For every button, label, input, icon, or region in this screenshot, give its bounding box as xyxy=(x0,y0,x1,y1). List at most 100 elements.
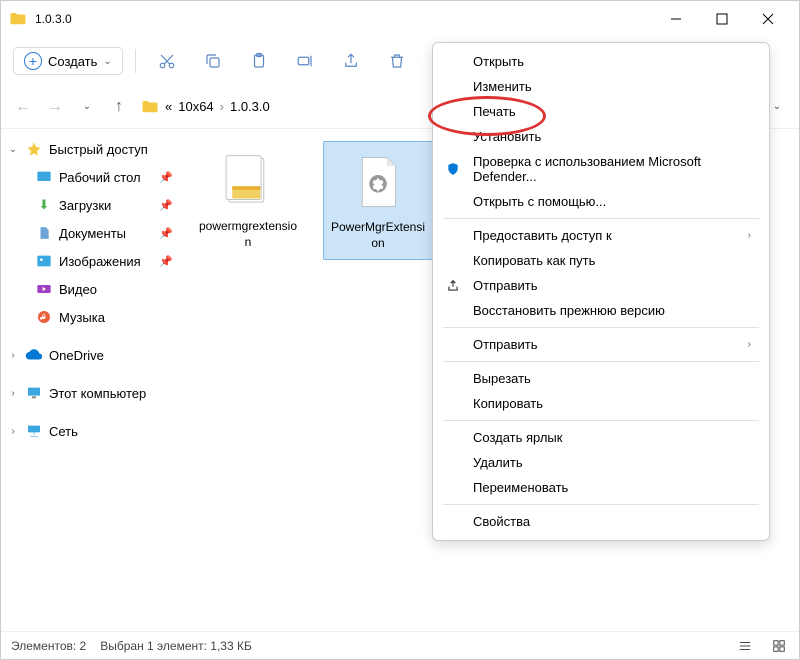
sidebar-label: Сеть xyxy=(49,424,173,439)
sidebar-item-onedrive[interactable]: ›OneDrive xyxy=(1,341,181,369)
menu-separator xyxy=(443,504,759,505)
window-title: 1.0.3.0 xyxy=(35,12,653,26)
pc-icon xyxy=(25,384,43,402)
breadcrumb[interactable]: « 10x64 › 1.0.3.0 xyxy=(141,98,270,116)
back-button[interactable]: ← xyxy=(13,97,33,117)
breadcrumb-seg[interactable]: 10x64 xyxy=(178,99,213,114)
folder-icon xyxy=(141,98,159,116)
create-button[interactable]: + Создать ⌄ xyxy=(13,47,123,75)
share-icon xyxy=(445,278,461,294)
menu-open[interactable]: Открыть xyxy=(433,49,769,74)
pin-icon: 📌 xyxy=(159,255,173,268)
item-count: Элементов: 2 xyxy=(11,639,86,653)
paste-icon[interactable] xyxy=(240,42,278,80)
sidebar: ⌄ Быстрый доступ Рабочий стол 📌 ⬇ Загрузки… xyxy=(1,129,181,631)
menu-sendto[interactable]: Отправить› xyxy=(433,332,769,357)
shield-icon xyxy=(445,161,461,177)
menu-send[interactable]: Отправить xyxy=(433,273,769,298)
maximize-button[interactable] xyxy=(699,1,745,37)
star-icon xyxy=(25,140,43,158)
menu-grantaccess[interactable]: Предоставить доступ к› xyxy=(433,223,769,248)
plus-icon: + xyxy=(24,52,42,70)
close-button[interactable] xyxy=(745,1,791,37)
chevron-down-icon[interactable]: ⌄ xyxy=(77,97,97,117)
chevron-down-icon: ⌄ xyxy=(103,56,111,67)
sidebar-label: Видео xyxy=(59,282,173,297)
cut-icon[interactable] xyxy=(148,42,186,80)
menu-delete[interactable]: Удалить xyxy=(433,450,769,475)
delete-icon[interactable] xyxy=(378,42,416,80)
sidebar-item-music[interactable]: Музыка xyxy=(1,303,181,331)
chevron-right-icon: › xyxy=(748,230,751,241)
menu-separator xyxy=(443,327,759,328)
separator xyxy=(135,49,136,73)
network-icon xyxy=(25,422,43,440)
breadcrumb-seg[interactable]: 1.0.3.0 xyxy=(230,99,270,114)
icons-view-button[interactable] xyxy=(769,636,789,656)
sidebar-item-pictures[interactable]: Изображения 📌 xyxy=(1,247,181,275)
context-menu: Открыть Изменить Печать Установить Прове… xyxy=(432,42,770,541)
chevron-right-icon: › xyxy=(7,388,19,399)
sidebar-item-quickaccess[interactable]: ⌄ Быстрый доступ xyxy=(1,135,181,163)
menu-copy[interactable]: Копировать xyxy=(433,391,769,416)
menu-shortcut[interactable]: Создать ярлык xyxy=(433,425,769,450)
file-name: PowerMgrExtension xyxy=(328,220,428,251)
selection-info: Выбран 1 элемент: 1,33 КБ xyxy=(100,639,252,653)
menu-copypath[interactable]: Копировать как путь xyxy=(433,248,769,273)
forward-button[interactable]: → xyxy=(45,97,65,117)
copy-icon[interactable] xyxy=(194,42,232,80)
sidebar-label: Загрузки xyxy=(59,198,153,213)
sidebar-label: Изображения xyxy=(59,254,153,269)
statusbar: Элементов: 2 Выбран 1 элемент: 1,33 КБ xyxy=(1,631,799,659)
sidebar-item-downloads[interactable]: ⬇ Загрузки 📌 xyxy=(1,191,181,219)
menu-separator xyxy=(443,361,759,362)
menu-rename[interactable]: Переименовать xyxy=(433,475,769,500)
menu-edit[interactable]: Изменить xyxy=(433,74,769,99)
titlebar: 1.0.3.0 xyxy=(1,1,799,37)
sidebar-label: Этот компьютер xyxy=(49,386,173,401)
desktop-icon xyxy=(35,168,53,186)
sidebar-item-documents[interactable]: Документы📌 xyxy=(1,219,181,247)
chevron-down-icon: ⌄ xyxy=(7,144,19,155)
file-item[interactable]: powermgrextension xyxy=(193,141,303,258)
menu-openwith[interactable]: Открыть с помощью... xyxy=(433,189,769,214)
cloud-icon xyxy=(25,346,43,364)
sidebar-item-video[interactable]: Видео xyxy=(1,275,181,303)
menu-separator xyxy=(443,420,759,421)
share-icon[interactable] xyxy=(332,42,370,80)
pin-icon: 📌 xyxy=(159,171,173,184)
chevron-right-icon: › xyxy=(7,426,19,437)
menu-separator xyxy=(443,218,759,219)
sidebar-label: Рабочий стол xyxy=(59,170,153,185)
minimize-button[interactable] xyxy=(653,1,699,37)
chevron-down-icon[interactable]: ⌄ xyxy=(767,97,787,117)
create-label: Создать xyxy=(48,54,97,69)
chevron-right-icon: › xyxy=(220,99,224,114)
document-icon xyxy=(35,224,53,242)
pin-icon: 📌 xyxy=(159,199,173,212)
details-view-button[interactable] xyxy=(735,636,755,656)
sidebar-label: Быстрый доступ xyxy=(49,142,173,157)
sidebar-item-desktop[interactable]: Рабочий стол 📌 xyxy=(1,163,181,191)
menu-cut[interactable]: Вырезать xyxy=(433,366,769,391)
up-button[interactable]: ↑ xyxy=(109,97,129,117)
chevron-right-icon: › xyxy=(7,350,19,361)
sidebar-label: Музыка xyxy=(59,310,173,325)
inf-icon xyxy=(346,150,410,214)
sidebar-item-network[interactable]: › Сеть xyxy=(1,417,181,445)
sidebar-item-thispc[interactable]: › Этот компьютер xyxy=(1,379,181,407)
folder-icon xyxy=(9,10,27,28)
menu-properties[interactable]: Свойства xyxy=(433,509,769,534)
breadcrumb-prefix: « xyxy=(165,99,172,114)
file-item-selected[interactable]: PowerMgrExtension xyxy=(323,141,433,260)
video-icon xyxy=(35,280,53,298)
download-icon: ⬇ xyxy=(35,196,53,214)
file-name: powermgrextension xyxy=(197,219,299,250)
menu-defender[interactable]: Проверка с использованием Microsoft Defe… xyxy=(433,149,769,189)
rename-icon[interactable] xyxy=(286,42,324,80)
dll-icon xyxy=(216,149,280,213)
menu-print[interactable]: Печать xyxy=(433,99,769,124)
menu-install[interactable]: Установить xyxy=(433,124,769,149)
music-icon xyxy=(35,308,53,326)
menu-restore[interactable]: Восстановить прежнюю версию xyxy=(433,298,769,323)
